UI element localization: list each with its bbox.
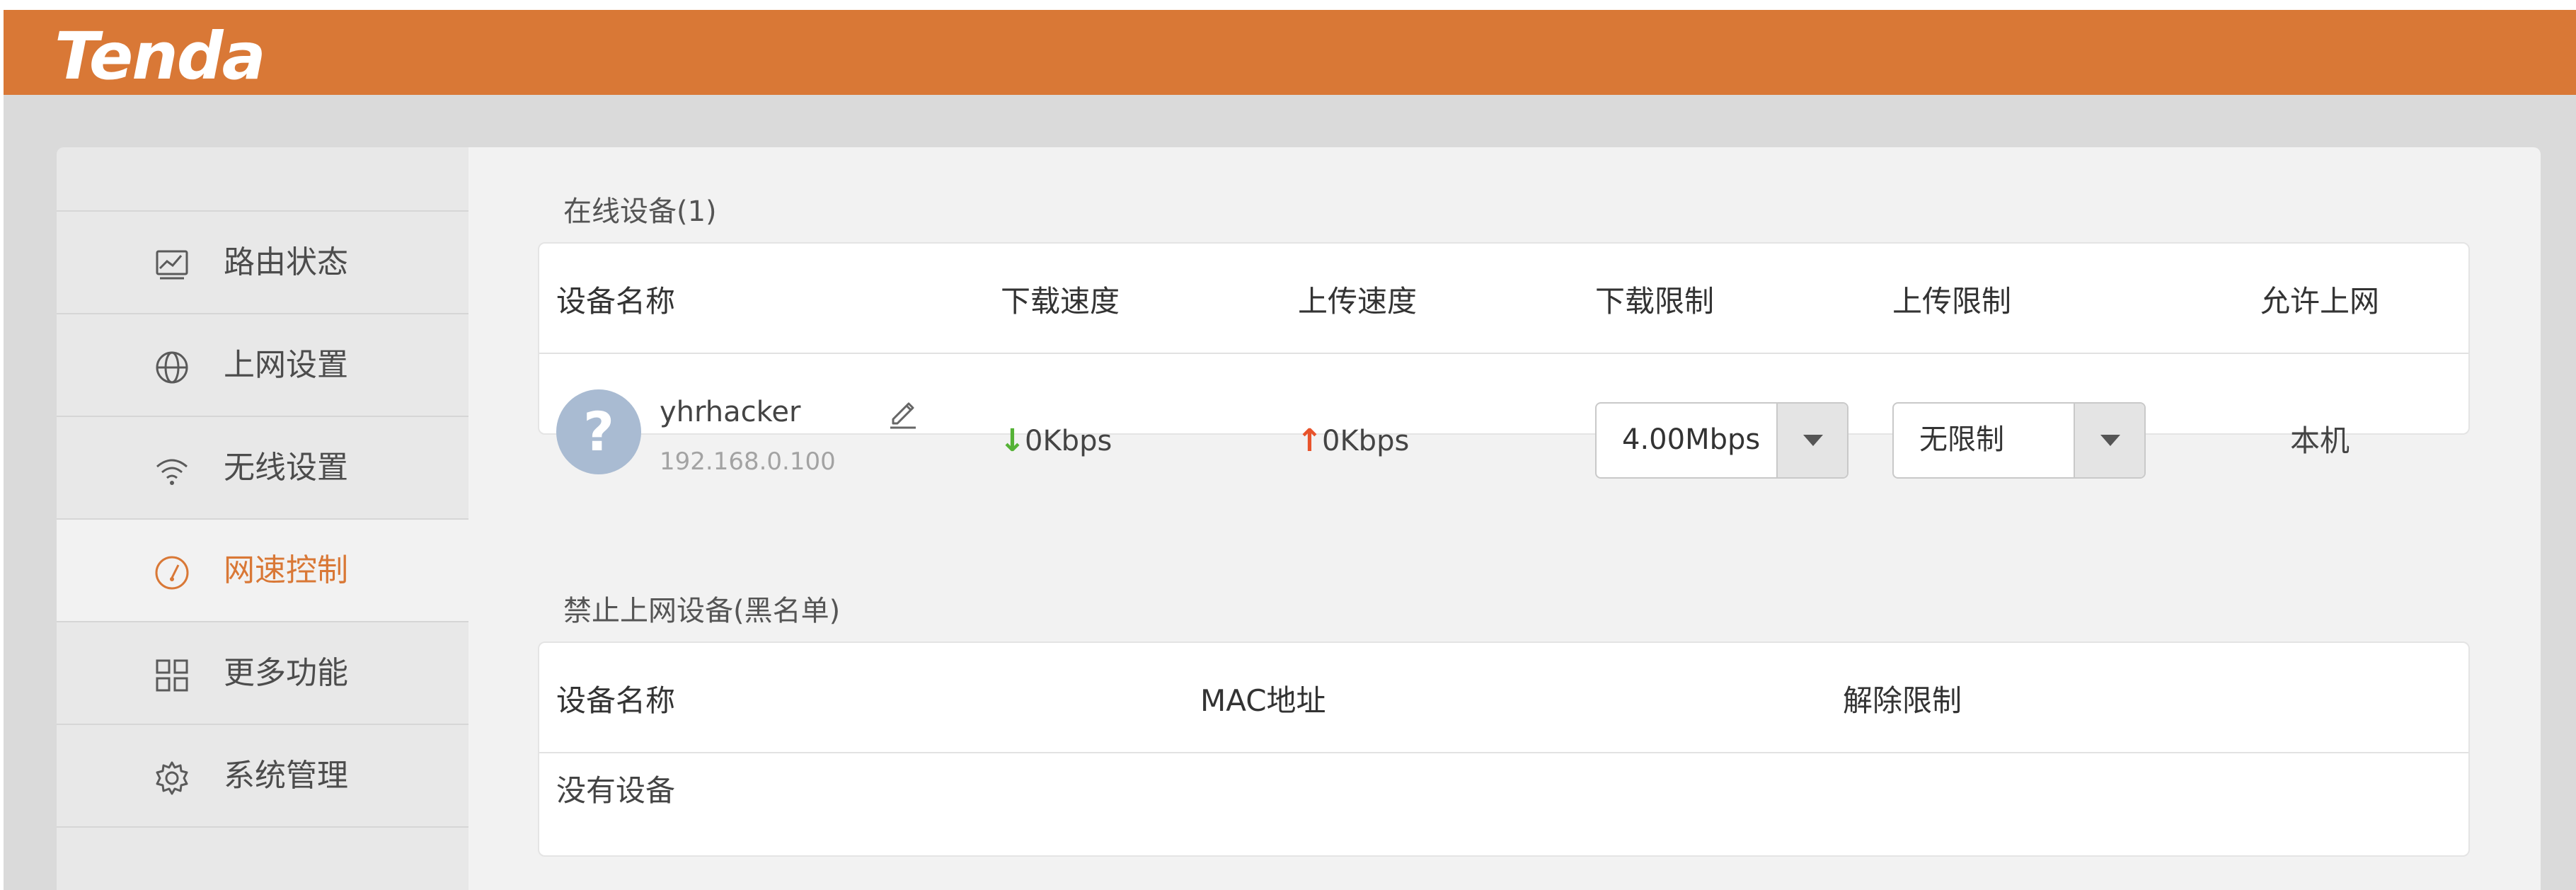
sidebar-item-label: 无线设置 [224,450,348,486]
tenda-logo: Tenda [54,18,266,94]
column-header-mac-address: MAC地址 [1200,683,1326,718]
download-arrow-icon: ↓ [999,423,1025,459]
table-divider [539,353,2468,354]
caret-down-icon [2100,435,2120,446]
sidebar-item-label: 网速控制 [224,552,348,588]
column-header-download-speed: 下载速度 [1001,284,1120,319]
sidebar-item-internet-settings[interactable]: 上网设置 [57,314,468,417]
column-header-allow-internet: 允许上网 [2260,284,2380,319]
globe-icon [156,351,188,384]
column-header-upload-limit: 上传限制 [1892,284,2012,319]
chart-icon [156,250,188,280]
main-content: 在线设备(1) 设备名称 下载速度 上传速度 下载限制 上传限制 允许上网 ? … [468,147,2541,890]
sidebar-item-speed-control[interactable]: 网速控制 [57,520,468,622]
edit-icon[interactable] [885,394,921,430]
online-devices-table: 设备名称 下载速度 上传速度 下载限制 上传限制 允许上网 ? yhrhacke… [538,242,2470,479]
sidebar-item-system-management[interactable]: 系统管理 [57,725,468,828]
grid-icon [156,659,188,692]
empty-list-message: 没有设备 [556,773,676,808]
device-ip: 192.168.0.100 [660,447,836,476]
sidebar-item-router-status[interactable]: 路由状态 [57,212,468,314]
sidebar: 路由状态 上网设置 无线设置 网速控制 更多功能 系统管理 [57,147,468,890]
allow-internet-value: 本机 [2290,423,2350,458]
blacklist-title: 禁止上网设备(黑名单) [563,595,841,627]
column-header-upload-speed: 上传速度 [1298,284,1418,319]
sidebar-item-label: 更多功能 [224,655,348,691]
sidebar-item-label: 上网设置 [224,347,348,383]
download-limit-dropdown-button[interactable] [1776,404,1847,477]
upload-limit-select[interactable]: 无限制 [1892,402,2146,479]
sidebar-item-wireless-settings[interactable]: 无线设置 [57,417,468,520]
online-devices-title: 在线设备(1) [563,195,717,228]
upload-limit-dropdown-button[interactable] [2074,404,2144,477]
download-limit-select[interactable]: 4.00Mbps [1595,402,1848,479]
sidebar-item-label: 系统管理 [224,758,348,794]
column-header-download-limit: 下载限制 [1595,284,1715,319]
upload-limit-value: 无限制 [1919,423,2004,456]
blacklist-table: 设备名称 MAC地址 解除限制 没有设备 [538,641,2470,857]
top-header: Tenda [4,10,2576,95]
caret-down-icon [1803,435,1823,446]
gear-icon [156,761,188,795]
wifi-icon [156,459,188,485]
column-header-remove-restriction: 解除限制 [1843,683,1962,718]
device-name: yhrhacker [660,396,801,428]
download-speed-value: 0Kbps [1025,425,1112,457]
table-divider [539,752,2468,753]
column-header-device-name: 设备名称 [556,683,676,718]
sidebar-item-label: 路由状态 [224,244,348,280]
device-avatar-icon: ? [556,389,641,474]
column-header-device-name: 设备名称 [556,284,676,319]
sidebar-item-more-features[interactable]: 更多功能 [57,622,468,725]
upload-arrow-icon: ↑ [1296,423,1323,459]
upload-speed-value: 0Kbps [1322,425,1410,457]
speedometer-icon [155,556,189,590]
download-limit-value: 4.00Mbps [1622,423,1761,456]
